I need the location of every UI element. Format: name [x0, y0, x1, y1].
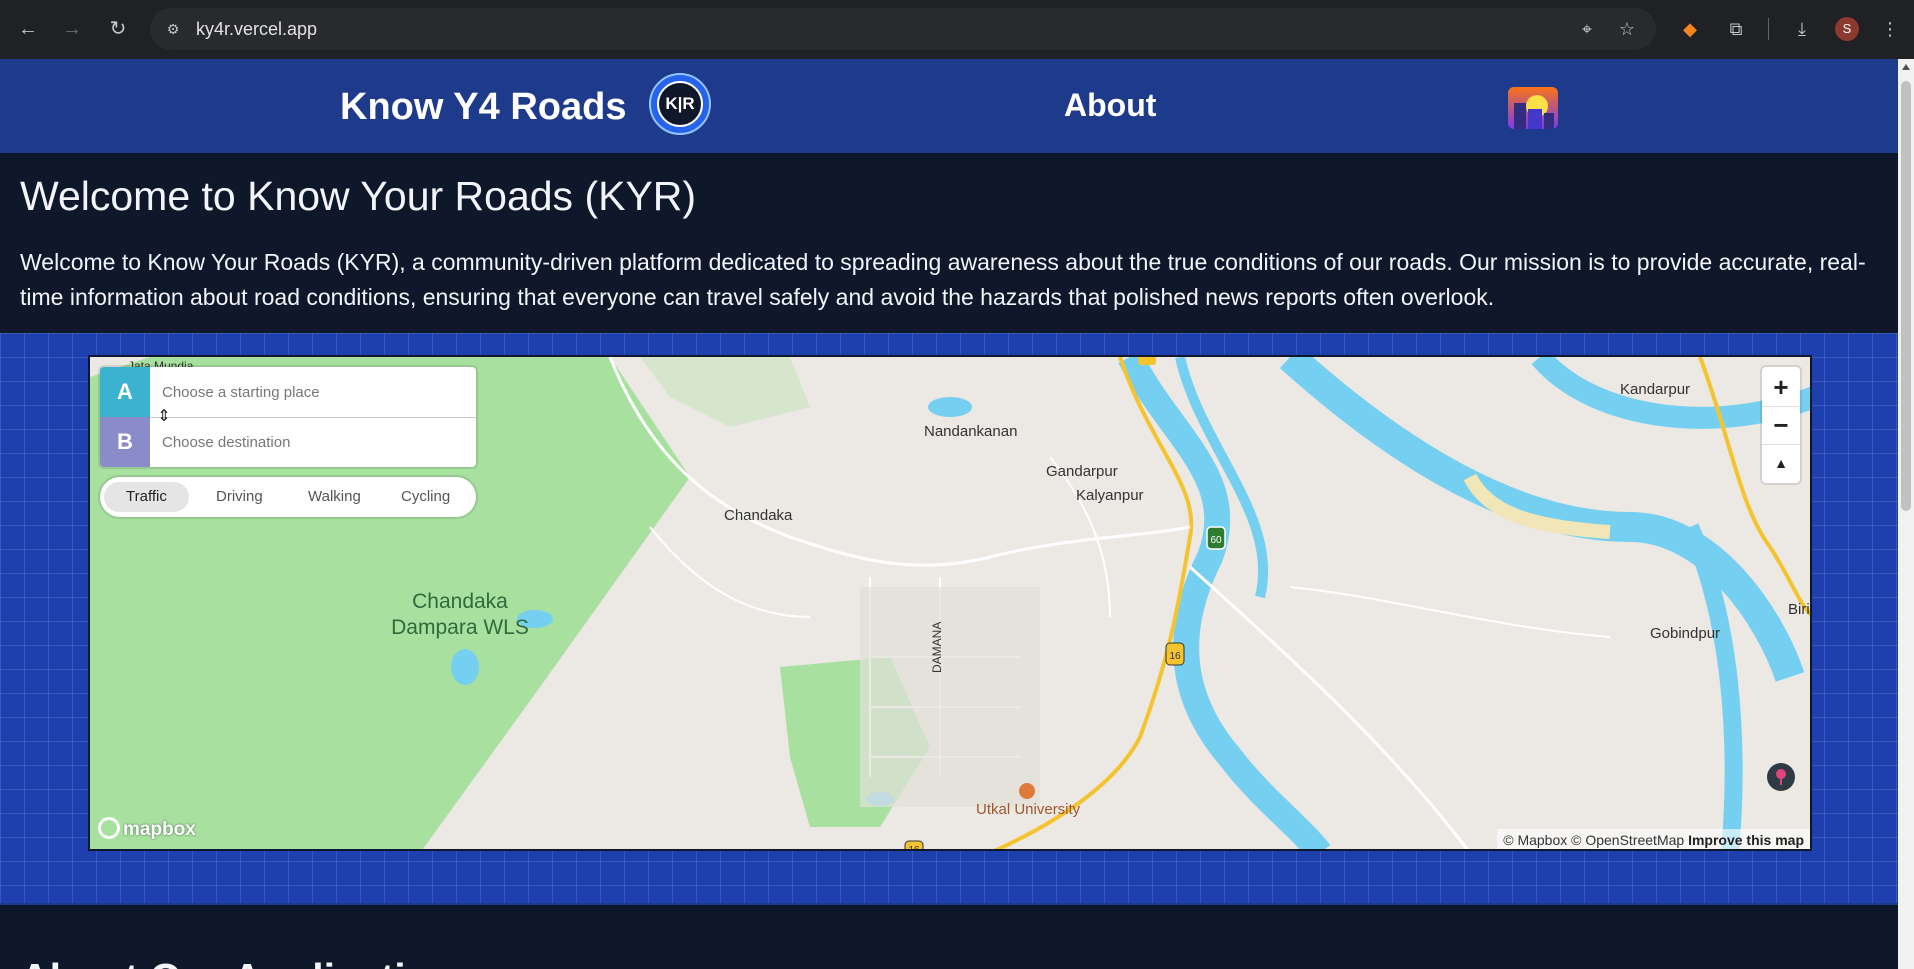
map-label: DAMANA — [930, 621, 944, 673]
logo-text: K|R — [657, 81, 703, 127]
map-label: Kandarpur — [1620, 381, 1691, 398]
back-icon[interactable]: ← — [14, 15, 42, 43]
map-section: 60 16 16 Jata Mundia Nandankanan Kandarp… — [0, 333, 1898, 903]
scroll-thumb[interactable] — [1901, 81, 1911, 511]
browser-toolbar: ← → ↻ ⚙ ky4r.vercel.app ⌖ ☆ ◆ ⧉ ⤓ S ⋮ — [0, 0, 1914, 59]
park-label: Chandaka Dampara WLS — [350, 589, 570, 641]
location-pin-icon[interactable] — [1767, 763, 1795, 791]
menu-icon[interactable]: ⋮ — [1877, 16, 1903, 42]
map-canvas[interactable]: 60 16 16 Jata Mundia Nandankanan Kandarp… — [88, 355, 1812, 851]
about-section: About Our Application — [0, 903, 1898, 969]
highway-shield — [1138, 357, 1156, 365]
site-settings-icon[interactable]: ⚙ — [162, 19, 184, 39]
svg-text:60: 60 — [1210, 535, 1222, 546]
origin-input[interactable] — [162, 377, 462, 407]
map-navigation-controls: + − ▲ — [1762, 367, 1800, 483]
download-icon[interactable]: ⤓ — [1789, 16, 1815, 42]
routing-profile-bar: Traffic Driving Walking Cycling — [100, 477, 476, 517]
highway-shield: 60 — [1206, 526, 1226, 550]
highway-shield: 16 — [1165, 642, 1185, 666]
profile-walking[interactable]: Walking — [286, 482, 383, 512]
intro-section: Welcome to Know Your Roads (KYR) Welcome… — [0, 153, 1898, 333]
scroll-up-icon[interactable] — [1902, 64, 1910, 70]
extensions-icon[interactable]: ⧉ — [1723, 16, 1749, 42]
improve-map-link[interactable]: Improve this map — [1688, 832, 1804, 848]
toolbar-divider — [1768, 18, 1769, 40]
zoom-in-button[interactable]: + — [1762, 369, 1800, 405]
directions-divider — [150, 417, 476, 418]
reverse-icon[interactable]: ⇕ — [156, 407, 172, 427]
forward-icon[interactable]: → — [58, 15, 86, 43]
highway-shield: 16 — [904, 840, 924, 851]
zoom-out-button[interactable]: − — [1762, 407, 1800, 443]
profile-traffic[interactable]: Traffic — [104, 482, 189, 512]
map-label: Utkal University — [976, 801, 1081, 818]
destination-input[interactable] — [162, 427, 462, 457]
mapbox-logo[interactable]: mapbox — [98, 817, 196, 842]
reload-icon[interactable]: ↻ — [104, 15, 132, 43]
destination-marker: B — [100, 417, 150, 467]
url-text[interactable]: ky4r.vercel.app — [196, 19, 317, 39]
map-label: Chandaka — [724, 507, 793, 524]
building-shape — [1544, 113, 1554, 129]
mapbox-ring-icon — [98, 817, 120, 839]
university-poi-icon — [1019, 783, 1035, 799]
svg-text:16: 16 — [908, 845, 920, 851]
about-link[interactable]: About — [1064, 85, 1156, 125]
star-icon[interactable]: ☆ — [1616, 18, 1638, 40]
origin-marker: A — [100, 367, 150, 417]
page-title: Welcome to Know Your Roads (KYR) — [20, 173, 697, 219]
map-label: Biri — [1788, 601, 1810, 618]
brand-logo[interactable]: K|R — [649, 73, 711, 135]
brand-title[interactable]: Know Y4 Roads — [340, 84, 626, 130]
building-shape — [1514, 103, 1526, 129]
section-title: About Our Application — [20, 953, 456, 969]
site-navbar: Know Y4 Roads K|R About — [0, 59, 1898, 153]
park-label-line: Chandaka — [412, 590, 508, 613]
map-label: Gandarpur — [1046, 463, 1118, 480]
profile-avatar[interactable]: S — [1835, 17, 1859, 41]
theme-toggle-button[interactable] — [1508, 87, 1558, 129]
svg-text:16: 16 — [1169, 651, 1181, 662]
profile-cycling[interactable]: Cycling — [379, 482, 472, 512]
intro-description: Welcome to Know Your Roads (KYR), a comm… — [20, 249, 1866, 310]
map-label: Gobindpur — [1650, 625, 1721, 642]
metamask-icon[interactable]: ◆ — [1677, 16, 1703, 42]
attribution-text[interactable]: © Mapbox © OpenStreetMap — [1503, 832, 1684, 848]
building-shape — [1528, 109, 1542, 129]
map-attribution: © Mapbox © OpenStreetMap Improve this ma… — [1497, 829, 1810, 849]
address-bar[interactable]: ⚙ ky4r.vercel.app ⌖ ☆ — [150, 8, 1656, 50]
page-scrollbar[interactable] — [1898, 59, 1914, 969]
map-label: Kalyanpur — [1076, 487, 1144, 504]
mapbox-logo-text: mapbox — [123, 819, 196, 840]
pin-stem — [1780, 777, 1782, 785]
location-icon[interactable]: ⌖ — [1576, 18, 1598, 40]
profile-driving[interactable]: Driving — [194, 482, 285, 512]
directions-panel: A ⇕ B — [100, 367, 476, 467]
map-label: Nandankanan — [924, 423, 1018, 440]
compass-button[interactable]: ▲ — [1762, 445, 1800, 481]
park-label-line: Dampara WLS — [391, 616, 529, 639]
